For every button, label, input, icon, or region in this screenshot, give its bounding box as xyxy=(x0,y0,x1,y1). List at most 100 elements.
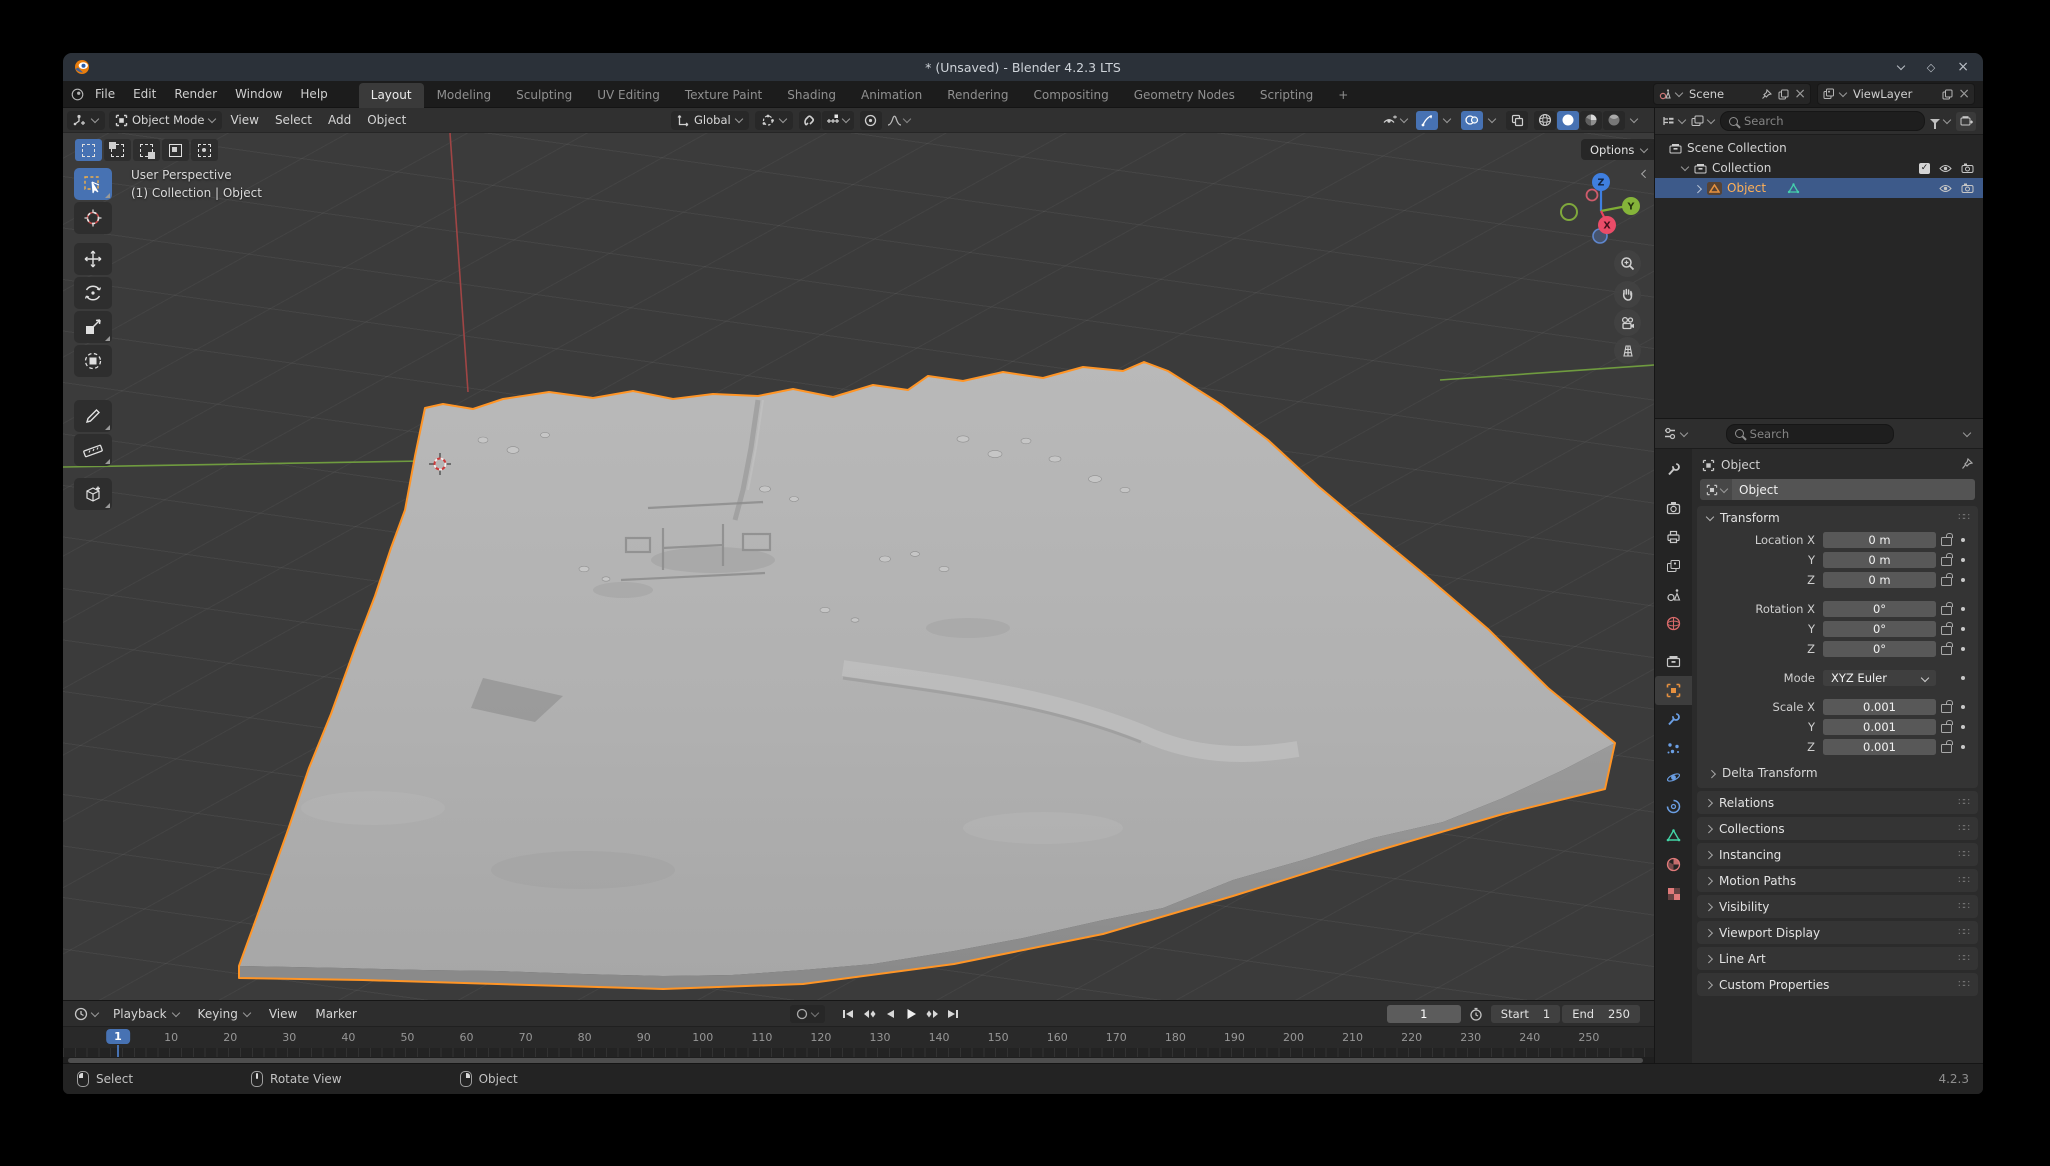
transform-orientation-selector[interactable]: Global xyxy=(671,111,749,130)
tool-cursor-button[interactable] xyxy=(74,202,112,234)
panel-relations[interactable]: Relations∷∷ xyxy=(1697,791,1978,814)
pan-button[interactable] xyxy=(1614,281,1641,308)
view-layer-selector[interactable]: ViewLayer xyxy=(1817,83,1975,105)
end-frame-field[interactable]: End250 xyxy=(1562,1005,1640,1023)
rotation-mode-dropdown[interactable]: XYZ Euler xyxy=(1823,670,1936,686)
editor-type-button[interactable] xyxy=(67,111,105,130)
menu-marker[interactable]: Marker xyxy=(306,1007,365,1021)
drag-grip-icon[interactable]: ∷∷ xyxy=(1958,797,1969,808)
menu-playback[interactable]: Playback xyxy=(104,1007,189,1021)
current-frame-indicator[interactable]: 1 xyxy=(106,1029,130,1044)
menu-file[interactable]: File xyxy=(86,81,124,108)
tool-add-cube-button[interactable] xyxy=(74,478,112,510)
select-intersect-button[interactable] xyxy=(191,139,218,161)
menu-render[interactable]: Render xyxy=(165,81,226,108)
tab-object[interactable] xyxy=(1655,676,1692,705)
delta-transform-subpanel[interactable]: Delta Transform xyxy=(1697,763,1978,783)
animate-button[interactable] xyxy=(1956,725,1970,729)
properties-search-input[interactable]: Search xyxy=(1726,424,1894,444)
shading-dropdown[interactable] xyxy=(1626,111,1642,130)
panel-visibility[interactable]: Visibility∷∷ xyxy=(1697,895,1978,918)
menu-edit[interactable]: Edit xyxy=(124,81,165,108)
current-frame-field[interactable]: 1 xyxy=(1387,1005,1461,1023)
prev-keyframe-button[interactable] xyxy=(860,1005,879,1022)
sidebar-collapse-icon[interactable] xyxy=(1641,170,1648,179)
hide-viewport-eye-icon[interactable] xyxy=(1939,164,1952,173)
snap-toggle-button[interactable] xyxy=(799,111,821,130)
tab-modifiers[interactable] xyxy=(1655,705,1692,734)
expand-icon[interactable] xyxy=(1695,184,1702,193)
show-overlays-button[interactable] xyxy=(1461,111,1483,130)
panel-motion-paths[interactable]: Motion Paths∷∷ xyxy=(1697,869,1978,892)
auto-keying-button[interactable] xyxy=(790,1005,825,1023)
tab-constraints[interactable] xyxy=(1655,792,1692,821)
shading-material-button[interactable] xyxy=(1580,111,1602,130)
panel-collections[interactable]: Collections∷∷ xyxy=(1697,817,1978,840)
scale-z-input[interactable]: 0.001 xyxy=(1823,739,1936,755)
tool-transform-button[interactable] xyxy=(74,345,112,377)
lock-button[interactable] xyxy=(1936,533,1956,546)
tool-scale-button[interactable] xyxy=(74,311,112,343)
tab-view-layer[interactable] xyxy=(1655,551,1692,580)
orthographic-toggle-button[interactable] xyxy=(1614,337,1641,364)
menu-add[interactable]: Add xyxy=(320,113,359,127)
lock-button[interactable] xyxy=(1936,553,1956,566)
blender-menu-icon[interactable] xyxy=(71,88,84,101)
tab-world[interactable] xyxy=(1655,609,1692,638)
expand-icon[interactable] xyxy=(1681,164,1689,172)
navigation-gizmo[interactable]: Z Y X xyxy=(1561,173,1640,243)
lock-button[interactable] xyxy=(1936,642,1956,655)
toggle-xray-button[interactable] xyxy=(1506,111,1528,130)
panel-instancing[interactable]: Instancing∷∷ xyxy=(1697,843,1978,866)
outliner-row-object[interactable]: Object xyxy=(1655,178,1983,198)
outliner-row-scene-collection[interactable]: Scene Collection xyxy=(1655,138,1983,158)
hide-viewport-eye-icon[interactable] xyxy=(1939,184,1952,193)
timeline-tick-strip[interactable] xyxy=(63,1048,1654,1057)
remove-view-layer-icon[interactable] xyxy=(1958,86,1970,102)
falloff-selector[interactable] xyxy=(883,111,915,130)
outliner-search-input[interactable]: Search xyxy=(1720,111,1925,131)
animate-button[interactable] xyxy=(1956,558,1970,562)
close-icon[interactable] xyxy=(1957,59,1969,75)
tab-scripting[interactable]: Scripting xyxy=(1248,83,1325,108)
tab-object-data[interactable] xyxy=(1655,821,1692,850)
shading-wireframe-button[interactable] xyxy=(1534,111,1556,130)
select-set-button[interactable] xyxy=(75,139,102,161)
location-z-input[interactable]: 0 m xyxy=(1823,572,1936,588)
disable-render-camera-icon[interactable] xyxy=(1961,183,1974,193)
display-mode-selector[interactable] xyxy=(1662,115,1686,127)
tab-sculpting[interactable]: Sculpting xyxy=(504,83,584,108)
tab-compositing[interactable]: Compositing xyxy=(1021,83,1120,108)
timeline-editor-type-button[interactable] xyxy=(69,1007,104,1021)
location-x-input[interactable]: 0 m xyxy=(1823,532,1936,548)
add-workspace-button[interactable]: + xyxy=(1326,83,1360,108)
play-reverse-button[interactable] xyxy=(881,1005,900,1022)
camera-view-button[interactable] xyxy=(1614,309,1641,336)
stopwatch-icon[interactable] xyxy=(1469,1007,1483,1021)
animate-button[interactable] xyxy=(1956,607,1970,611)
tab-layout[interactable]: Layout xyxy=(359,83,424,108)
select-invert-button[interactable] xyxy=(162,139,189,161)
shading-rendered-button[interactable] xyxy=(1603,111,1625,130)
tab-material[interactable] xyxy=(1655,850,1692,879)
shading-solid-button[interactable] xyxy=(1557,111,1579,130)
animate-button[interactable] xyxy=(1956,705,1970,709)
tab-animation[interactable]: Animation xyxy=(849,83,934,108)
animate-button[interactable] xyxy=(1956,647,1970,651)
gizmo-axis-x-neg[interactable] xyxy=(1587,190,1598,201)
lock-button[interactable] xyxy=(1936,740,1956,753)
gizmo-axis-y-neg[interactable] xyxy=(1561,204,1577,220)
tool-move-button[interactable] xyxy=(74,243,112,275)
menu-view[interactable]: View xyxy=(222,113,266,127)
drag-grip-icon[interactable]: ∷∷ xyxy=(1958,875,1969,886)
menu-keying[interactable]: Keying xyxy=(189,1007,260,1021)
animate-button[interactable] xyxy=(1956,676,1970,680)
start-frame-field[interactable]: Start1 xyxy=(1491,1005,1560,1023)
pin-icon[interactable] xyxy=(1760,88,1773,101)
gizmo-dropdown[interactable] xyxy=(1439,111,1455,130)
menu-window[interactable]: Window xyxy=(226,81,291,108)
tool-measure-button[interactable] xyxy=(74,434,112,466)
tab-rendering[interactable]: Rendering xyxy=(935,83,1020,108)
drag-grip-icon[interactable]: ∷∷ xyxy=(1958,849,1969,860)
pin-id-icon[interactable] xyxy=(1961,458,1973,473)
